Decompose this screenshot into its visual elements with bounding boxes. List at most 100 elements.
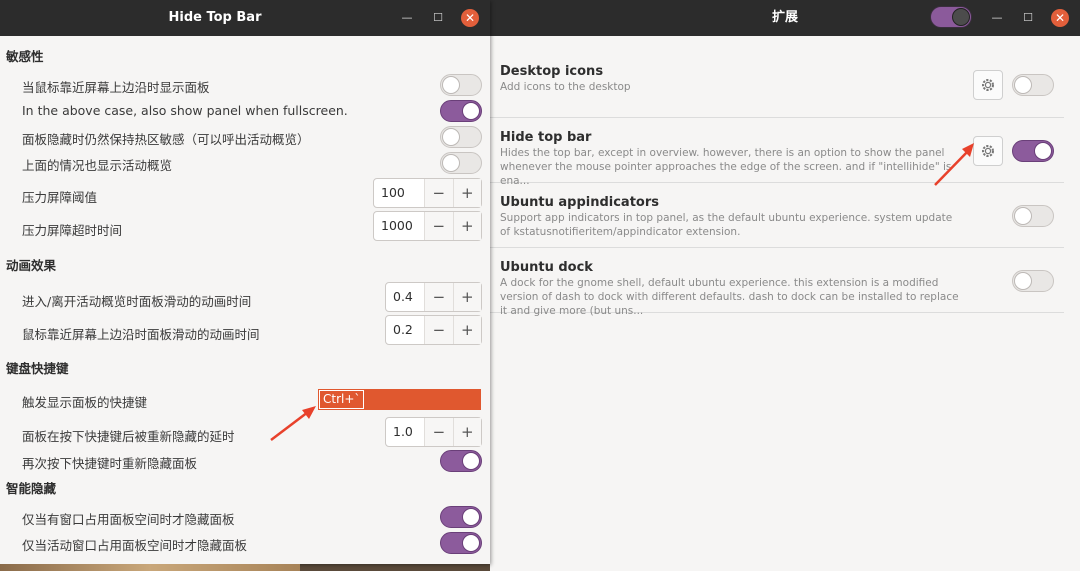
- extension-row-desktop-icons: Desktop icons Add icons to the desktop: [490, 52, 1064, 118]
- extensions-window: 扩展 — ☐ ✕ Desktop icons Add icons to the …: [490, 0, 1080, 571]
- row-label: 当鼠标靠近屏幕上边沿时显示面板: [22, 80, 210, 95]
- extension-description: A dock for the gnome shell, default ubun…: [500, 277, 959, 317]
- extension-toggle[interactable]: [1012, 205, 1054, 227]
- toggle-knob: [462, 102, 480, 120]
- toggle-knob: [442, 128, 460, 146]
- extension-name: Ubuntu dock: [500, 260, 593, 275]
- pressure-threshold-input[interactable]: 100: [374, 179, 424, 207]
- extension-toggle[interactable]: [1012, 140, 1054, 162]
- row-show-on-edge: 当鼠标靠近屏幕上边沿时显示面板: [22, 72, 482, 98]
- section-sensitivity: 敏感性: [6, 49, 44, 64]
- row-label: 压力屏障阈值: [22, 190, 98, 205]
- show-on-edge-toggle[interactable]: [440, 74, 482, 96]
- rehide-again-toggle[interactable]: [440, 450, 482, 472]
- row-only-active: 仅当活动窗口占用面板空间时才隐藏面板: [22, 530, 482, 556]
- preferences-title: Hide Top Bar: [168, 10, 262, 25]
- extensions-titlebar: 扩展 — ☐ ✕: [490, 0, 1080, 36]
- close-icon[interactable]: ✕: [1051, 9, 1069, 27]
- master-extensions-toggle[interactable]: [930, 6, 972, 28]
- row-label: 上面的情况也显示活动概览: [22, 158, 173, 173]
- increment-button[interactable]: +: [452, 212, 481, 240]
- row-label: 再次按下快捷键时重新隐藏面板: [22, 456, 198, 471]
- shortcut-entry[interactable]: Ctrl+`: [318, 389, 481, 410]
- master-toggle-knob: [952, 8, 970, 26]
- section-shortcuts: 键盘快捷键: [6, 361, 69, 376]
- row-show-fullscreen: In the above case, also show panel when …: [22, 98, 482, 124]
- anim-overview-spinner: 0.4 − +: [385, 282, 482, 312]
- decrement-button[interactable]: −: [424, 316, 453, 344]
- minimize-icon[interactable]: —: [398, 9, 416, 27]
- decrement-button[interactable]: −: [424, 283, 453, 311]
- preferences-titlebar: Hide Top Bar — ☐ ✕: [0, 0, 490, 36]
- desktop-wallpaper: [0, 564, 300, 571]
- row-also-overview: 上面的情况也显示活动概览: [22, 150, 482, 176]
- row-label: 鼠标靠近屏幕上边沿时面板滑动的动画时间: [22, 327, 260, 342]
- row-label: 压力屏障超时时间: [22, 223, 123, 238]
- pressure-timeout-spinner: 1000 − +: [373, 211, 482, 241]
- show-fullscreen-toggle[interactable]: [440, 100, 482, 122]
- row-pressure-timeout: 压力屏障超时时间 1000 − +: [22, 211, 482, 241]
- also-overview-toggle[interactable]: [440, 152, 482, 174]
- rehide-delay-input[interactable]: 1.0: [386, 418, 424, 446]
- extension-row-ubuntu-dock: Ubuntu dock A dock for the gnome shell, …: [490, 248, 1064, 317]
- increment-button[interactable]: +: [452, 418, 481, 446]
- row-label: 触发显示面板的快捷键: [22, 395, 148, 410]
- row-rehide-again: 再次按下快捷键时重新隐藏面板: [22, 448, 482, 474]
- shortcut-value: Ctrl+`: [319, 390, 365, 409]
- anim-overview-input[interactable]: 0.4: [386, 283, 424, 311]
- row-label: 仅当活动窗口占用面板空间时才隐藏面板: [22, 538, 248, 553]
- decrement-button[interactable]: −: [424, 418, 453, 446]
- decrement-button[interactable]: −: [424, 212, 453, 240]
- red-arrow-icon: [934, 143, 974, 186]
- extension-description: Add icons to the desktop: [500, 81, 631, 93]
- toggle-knob: [462, 534, 480, 552]
- row-pressure-threshold: 压力屏障阈值 100 − +: [22, 178, 482, 208]
- row-label: In the above case, also show panel when …: [22, 103, 348, 118]
- toggle-knob: [1014, 207, 1032, 225]
- extension-settings-button[interactable]: [973, 70, 1003, 100]
- row-only-window: 仅当有窗口占用面板空间时才隐藏面板: [22, 504, 482, 530]
- row-hotcorner-sensitive: 面板隐藏时仍然保持热区敏感（可以呼出活动概览）: [22, 124, 482, 150]
- anim-edge-input[interactable]: 0.2: [386, 316, 424, 344]
- pressure-timeout-input[interactable]: 1000: [374, 212, 424, 240]
- gear-icon: [982, 79, 994, 91]
- toggle-knob: [442, 76, 460, 94]
- extension-toggle[interactable]: [1012, 270, 1054, 292]
- extension-toggle[interactable]: [1012, 74, 1054, 96]
- section-intellihide: 智能隐藏: [6, 481, 57, 496]
- hide-top-bar-preferences-window: Hide Top Bar — ☐ ✕ 敏感性 当鼠标靠近屏幕上边沿时显示面板 I…: [0, 0, 490, 564]
- row-label: 面板在按下快捷键后被重新隐藏的延时: [22, 429, 235, 444]
- extension-name: Ubuntu appindicators: [500, 195, 659, 210]
- gear-icon: [982, 145, 994, 157]
- row-anim-edge: 鼠标靠近屏幕上边沿时面板滑动的动画时间 0.2 − +: [22, 315, 482, 345]
- row-anim-overview: 进入/离开活动概览时面板滑动的动画时间 0.4 − +: [22, 282, 482, 312]
- extension-row-ubuntu-appindicators: Ubuntu appindicators Support app indicat…: [490, 183, 1064, 248]
- row-label: 仅当有窗口占用面板空间时才隐藏面板: [22, 512, 235, 527]
- extension-name: Hide top bar: [500, 130, 592, 145]
- increment-button[interactable]: +: [452, 283, 481, 311]
- row-label: 进入/离开活动概览时面板滑动的动画时间: [22, 294, 252, 309]
- extension-name: Desktop icons: [500, 64, 604, 79]
- decrement-button[interactable]: −: [424, 179, 453, 207]
- maximize-icon[interactable]: ☐: [1019, 9, 1037, 27]
- increment-button[interactable]: +: [452, 179, 481, 207]
- increment-button[interactable]: +: [452, 316, 481, 344]
- anim-edge-spinner: 0.2 − +: [385, 315, 482, 345]
- toggle-knob: [462, 508, 480, 526]
- toggle-knob: [462, 452, 480, 470]
- row-label: 面板隐藏时仍然保持热区敏感（可以呼出活动概览）: [22, 132, 310, 147]
- toggle-knob: [1034, 142, 1052, 160]
- only-active-toggle[interactable]: [440, 532, 482, 554]
- hotcorner-sensitive-toggle[interactable]: [440, 126, 482, 148]
- close-icon[interactable]: ✕: [461, 9, 479, 27]
- maximize-icon[interactable]: ☐: [429, 9, 447, 27]
- toggle-knob: [1014, 76, 1032, 94]
- rehide-delay-spinner: 1.0 − +: [385, 417, 482, 447]
- extension-description: Support app indicators in top panel, as …: [500, 212, 953, 238]
- row-rehide-delay: 面板在按下快捷键后被重新隐藏的延时 1.0 − +: [22, 417, 482, 447]
- red-arrow-icon: [270, 406, 316, 441]
- only-window-toggle[interactable]: [440, 506, 482, 528]
- minimize-icon[interactable]: —: [988, 9, 1006, 27]
- section-animation: 动画效果: [6, 258, 57, 273]
- toggle-knob: [442, 154, 460, 172]
